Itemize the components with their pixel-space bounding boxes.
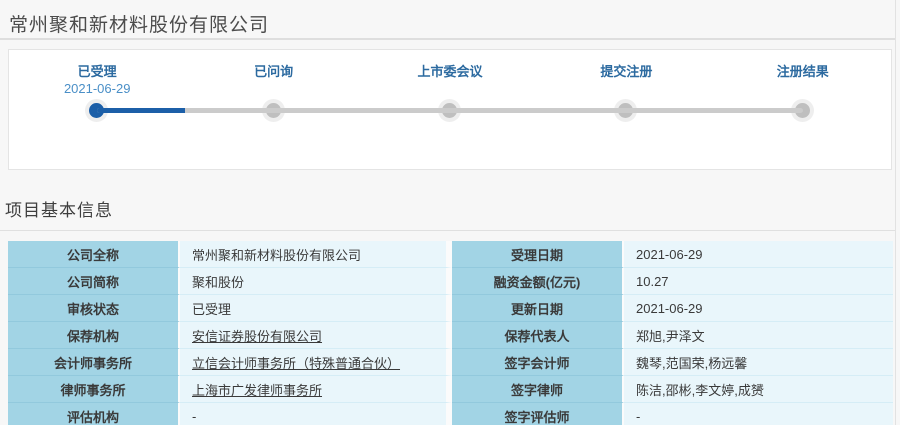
stage-date <box>551 80 701 97</box>
info-value-cell: 常州聚和新材料股份有限公司 <box>180 241 452 268</box>
table-row: 律师事务所 上海市广发律师事务所 签字律师 陈洁,邵彬,李文婷,成赟 <box>8 376 893 403</box>
project-info-table: 公司全称 常州聚和新材料股份有限公司 受理日期 2021-06-29 公司简称 … <box>8 241 893 425</box>
stage-label: 提交注册 <box>551 63 701 80</box>
info-value-cell: 魏琴,范国荣,杨远馨 <box>624 349 893 376</box>
info-value-cell: 上海市广发律师事务所 <box>180 376 452 403</box>
info-label-cell: 公司简称 <box>8 268 180 295</box>
info-label-cell: 受理日期 <box>452 241 624 268</box>
table-row: 公司简称 聚和股份 融资金额(亿元) 10.27 <box>8 268 893 295</box>
timeline-stage: 已问询 <box>199 63 349 97</box>
info-label-cell: 评估机构 <box>8 403 180 425</box>
info-value-text: - <box>636 409 640 424</box>
timeline-stage: 已受理 2021-06-29 <box>22 63 172 97</box>
info-value-cell: - <box>180 403 452 425</box>
page-header: 常州聚和新材料股份有限公司 <box>0 0 895 40</box>
page: 常州聚和新材料股份有限公司 已受理 2021-06-29 已问询 上市委会议 提… <box>0 0 896 425</box>
info-value-cell: 10.27 <box>624 268 893 295</box>
info-value-cell: 2021-06-29 <box>624 241 893 268</box>
table-row: 审核状态 已受理 更新日期 2021-06-29 <box>8 295 893 322</box>
info-label-cell: 会计师事务所 <box>8 349 180 376</box>
stage-date <box>199 80 349 97</box>
info-label-cell: 融资金额(亿元) <box>452 268 624 295</box>
info-value-text: 2021-06-29 <box>636 301 703 316</box>
info-label-cell: 签字会计师 <box>452 349 624 376</box>
timeline-card: 已受理 2021-06-29 已问询 上市委会议 提交注册 注册结果 <box>8 49 892 170</box>
info-value-text: 陈洁,邵彬,李文婷,成赟 <box>636 383 764 398</box>
timeline-stage: 注册结果 <box>728 63 878 97</box>
info-value-cell: - <box>624 403 893 425</box>
info-label-cell: 签字律师 <box>452 376 624 403</box>
table-row: 保荐机构 安信证券股份有限公司 保荐代表人 郑旭,尹泽文 <box>8 322 893 349</box>
info-value-link[interactable]: 上海市广发律师事务所 <box>192 383 322 398</box>
info-label-cell: 审核状态 <box>8 295 180 322</box>
table-row: 会计师事务所 立信会计师事务所（特殊普通合伙） 签字会计师 魏琴,范国荣,杨远馨 <box>8 349 893 376</box>
stage-date <box>375 80 525 97</box>
stage-label: 上市委会议 <box>375 63 525 80</box>
stage-label: 注册结果 <box>728 63 878 80</box>
info-value-text: 魏琴,范国荣,杨远馨 <box>636 356 747 371</box>
stage-label: 已受理 <box>22 63 172 80</box>
timeline-stage: 上市委会议 <box>375 63 525 97</box>
company-title: 常州聚和新材料股份有限公司 <box>9 10 895 37</box>
info-label-cell: 公司全称 <box>8 241 180 268</box>
info-value-cell: 立信会计师事务所（特殊普通合伙） <box>180 349 452 376</box>
timeline-stage: 提交注册 <box>551 63 701 97</box>
info-value-text: 10.27 <box>636 274 669 289</box>
info-label-cell: 保荐代表人 <box>452 322 624 349</box>
info-value-cell: 郑旭,尹泽文 <box>624 322 893 349</box>
timeline-progress-bar <box>97 108 185 113</box>
timeline-track <box>97 108 803 113</box>
info-value-text: 郑旭,尹泽文 <box>636 329 705 344</box>
info-value-link[interactable]: 安信证券股份有限公司 <box>192 329 322 344</box>
table-row: 评估机构 - 签字评估师 - <box>8 403 893 425</box>
info-value-text: 2021-06-29 <box>636 247 703 262</box>
stage-date <box>728 80 878 97</box>
info-value-text: 常州聚和新材料股份有限公司 <box>192 248 361 263</box>
info-value-cell: 陈洁,邵彬,李文婷,成赟 <box>624 376 893 403</box>
info-value-cell: 安信证券股份有限公司 <box>180 322 452 349</box>
info-label-cell: 律师事务所 <box>8 376 180 403</box>
info-value-text: - <box>192 409 196 424</box>
info-value-link[interactable]: 立信会计师事务所（特殊普通合伙） <box>192 356 400 371</box>
info-value-cell: 已受理 <box>180 295 452 322</box>
table-row: 公司全称 常州聚和新材料股份有限公司 受理日期 2021-06-29 <box>8 241 893 268</box>
stage-date: 2021-06-29 <box>22 80 172 97</box>
stage-label: 已问询 <box>199 63 349 80</box>
info-label-cell: 更新日期 <box>452 295 624 322</box>
info-value-text: 聚和股份 <box>192 275 244 290</box>
info-label-cell: 签字评估师 <box>452 403 624 425</box>
section-title: 项目基本信息 <box>0 170 895 231</box>
info-label-cell: 保荐机构 <box>8 322 180 349</box>
info-value-text: 已受理 <box>192 302 231 317</box>
info-value-cell: 聚和股份 <box>180 268 452 295</box>
info-value-cell: 2021-06-29 <box>624 295 893 322</box>
